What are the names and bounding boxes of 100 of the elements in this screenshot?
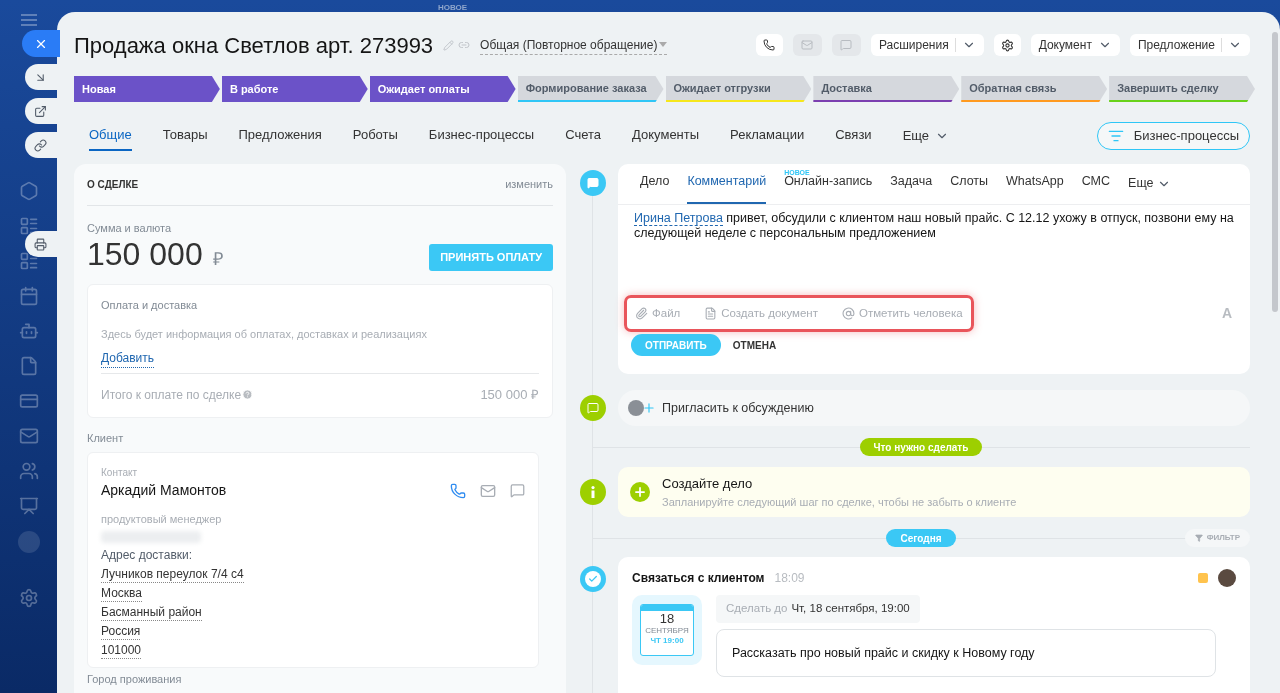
calendar-day: 18 [659,611,675,626]
invite-text[interactable]: Пригласить к обсуждению [662,398,814,418]
settings-icon[interactable] [18,588,39,608]
deadline-value[interactable]: Чт, 18 сентября, 19:00 [791,600,910,618]
stage-step[interactable]: Доставка [813,76,960,102]
link-icon[interactable] [458,39,471,51]
stage-step[interactable]: Новая [74,76,220,102]
composer-tab[interactable]: СМС [1081,172,1111,204]
mail-icon[interactable] [480,482,496,499]
field-label: Город проживания [87,672,183,686]
comment-text: Ирина Петрова привет, обсудили с клиентом наш новый прайс. С 12.12 ухожу в отпуск, позвони ему на следующей неделе с персональным предложением [633,211,1235,242]
avatar-icon[interactable] [17,531,40,553]
background-label: НОВОЕ [438,2,468,14]
composer-tab[interactable]: WhatsApp [1006,172,1064,204]
mail-icon[interactable] [18,426,39,446]
open-button[interactable] [25,98,59,124]
address-line: Лучников переулок 7/4 с4 [101,566,244,583]
presentation-icon[interactable] [18,496,39,516]
info-glyph-icon [591,486,595,498]
section-divider-label: Что нужно сделать [859,438,983,456]
tab[interactable]: Связи [835,121,872,151]
create-task-title[interactable]: Создайте дело [662,474,1017,494]
card-icon[interactable] [18,391,39,411]
process-icon [1107,128,1124,144]
call-button[interactable] [755,34,783,56]
composer-tab[interactable]: Комментарий [687,172,767,204]
field-label: Адрес доставки: [101,546,194,564]
deal-amount: 150 000 [87,236,203,272]
list-icon[interactable] [18,251,39,271]
stage-step[interactable]: В работе [221,76,368,102]
caret-icon [659,42,668,47]
add-link[interactable]: Добавить [101,349,155,368]
address-line: 101000 [101,642,142,659]
stage-step[interactable]: Ожидает отгрузки [665,76,812,102]
business-process-button[interactable]: Бизнес-процессы [1096,122,1250,150]
pencil-icon[interactable] [443,39,455,51]
address-line: Россия [101,623,141,640]
add-icon[interactable] [630,482,650,502]
field-label: Клиент [87,430,125,446]
printer-icon [34,237,47,251]
settings-icon [1000,38,1014,52]
users-icon[interactable] [18,461,39,481]
section-title: О СДЕЛКЕ [87,177,139,192]
chat-icon[interactable] [510,483,525,498]
scrollbar[interactable] [1272,32,1278,312]
list-icon[interactable] [18,216,39,236]
print-button[interactable] [25,231,59,257]
robot-icon[interactable] [18,321,39,341]
chat-glyph-icon [587,402,599,414]
contact-position: продуктовый менеджер [101,512,223,527]
stage-step[interactable]: Завершить сделку [1109,76,1255,102]
calendar-month: СЕНТЯБРЯ [645,626,689,636]
field-label: Контакт [101,466,138,480]
comment-glyph-icon [587,177,599,189]
stage-step[interactable]: Ожидает оплаты [369,76,516,102]
tab[interactable]: Общие [89,121,132,151]
tab[interactable]: Бизнес-процессы [428,121,535,151]
calendar-time: ЧТ 19:00 [650,636,684,646]
composer-tab[interactable]: Задача [890,172,933,204]
tab[interactable]: Документы [632,121,700,151]
more-tab[interactable]: Еще [1128,174,1172,204]
tab[interactable]: Товары [162,121,208,151]
arrow-button[interactable] [25,64,59,90]
field-label: Итого к оплате по сделке [101,386,242,404]
dropdown-button[interactable]: Документ [1030,34,1120,56]
settings-button[interactable] [993,34,1021,56]
mail-icon [801,39,814,51]
tab[interactable]: Рекламации [730,121,805,151]
tab[interactable]: Счета [565,121,602,151]
calendar-icon[interactable] [18,286,39,306]
dropdown-button[interactable]: Расширения [870,34,984,56]
category-selector[interactable]: Общая (Повторное обращение) [480,35,668,55]
composer-tab[interactable]: Слоты [950,172,989,204]
phone-icon [763,39,776,51]
currency-sign: ₽ [212,248,223,271]
contact-name: Аркадий Мамонтов [101,481,227,500]
activity-time: 18:09 [774,570,805,587]
chat-button[interactable] [831,34,861,56]
phone-icon[interactable] [450,482,466,499]
link-button[interactable] [25,132,59,158]
stage-step[interactable]: Обратная связь [961,76,1108,102]
status-icon [1198,573,1208,583]
mail-button[interactable] [792,34,822,56]
cancel-button[interactable]: ОТМЕНА [732,337,777,353]
close-button[interactable] [22,30,60,57]
stage-step[interactable]: Формирование заказа [517,76,664,102]
tab[interactable]: Предложения [238,121,322,151]
field-label: Оплата и доставка [101,298,199,313]
paperclip-icon [635,307,648,320]
document-icon [704,307,718,320]
more-tab[interactable]: Еще [902,121,950,151]
invite-icon[interactable] [628,400,656,416]
chat-icon [840,39,853,51]
mention-link[interactable]: Ирина Петрова [634,211,723,226]
dropdown-button[interactable]: Предложение [1129,34,1250,56]
help-icon[interactable] [242,389,254,401]
tab[interactable]: Роботы [352,121,398,151]
menu-icon[interactable] [20,14,37,26]
composer-tab[interactable]: Дело [640,172,670,204]
hexagon-icon[interactable] [18,181,39,201]
